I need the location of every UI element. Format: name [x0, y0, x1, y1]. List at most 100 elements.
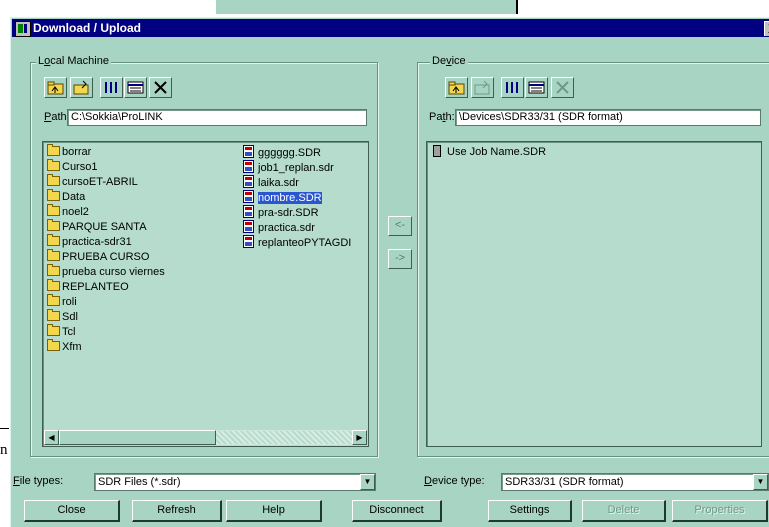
file-item[interactable]: practica.sdr — [243, 220, 351, 235]
sdr-file-icon — [243, 235, 254, 248]
folder-item[interactable]: borrar — [47, 144, 165, 160]
properties-button[interactable]: Properties — [672, 500, 768, 522]
download-upload-dialog: Download / Upload X Local Machine — [9, 16, 769, 527]
folder-item[interactable]: cursoET-ABRIL — [47, 174, 165, 190]
folder-item[interactable]: PRUEBA CURSO — [47, 249, 165, 265]
folder-item[interactable]: Data — [47, 189, 165, 205]
details-view-icon — [528, 81, 545, 94]
dialog-title: Download / Upload — [33, 21, 141, 35]
details-view-icon — [127, 81, 144, 94]
folder-icon — [47, 144, 60, 156]
up-folder-icon — [448, 81, 465, 95]
delete-x-icon — [154, 81, 167, 94]
close-button[interactable]: Close — [24, 500, 120, 522]
folder-icon — [47, 189, 60, 201]
folder-icon — [47, 204, 60, 216]
folder-icon — [47, 159, 60, 171]
folder-item[interactable]: Tcl — [47, 324, 165, 340]
folder-item[interactable]: prueba curso viernes — [47, 264, 165, 280]
scrollbar-track[interactable] — [216, 431, 352, 444]
device-path-field[interactable]: \Devices\SDR33/31 (SDR format) — [455, 109, 761, 126]
file-item[interactable]: gggggg.SDR — [243, 145, 351, 160]
folder-icon — [47, 174, 60, 186]
folder-item[interactable]: roli — [47, 294, 165, 310]
list-view-icon — [506, 82, 518, 93]
file-item-selected[interactable]: nombre.SDR — [243, 190, 351, 205]
local-machine-label: Local Machine — [36, 55, 111, 67]
file-item[interactable]: replanteoPYTAGDI — [243, 235, 351, 250]
delete-x-icon — [556, 81, 569, 94]
folder-item[interactable]: Xfm — [47, 339, 165, 355]
folder-item[interactable]: REPLANTEO — [47, 279, 165, 295]
up-folder-icon — [47, 81, 64, 95]
folder-item[interactable]: Curso1 — [47, 159, 165, 175]
scroll-right-arrow-icon[interactable]: ▶ — [352, 430, 367, 445]
folder-icon — [47, 339, 60, 351]
file-types-label: File types: — [13, 475, 64, 487]
sdr-file-icon — [243, 175, 254, 188]
device-file-list[interactable]: Use Job Name.SDR — [426, 141, 762, 447]
local-file-column: gggggg.SDR job1_replan.sdr laika.sdr nom… — [243, 145, 351, 250]
folder-icon — [47, 309, 60, 321]
transfer-to-local-button[interactable]: <- — [388, 216, 412, 236]
device-delete-button-disabled[interactable] — [551, 77, 574, 98]
local-horizontal-scrollbar[interactable]: ◀ ▶ — [44, 430, 367, 445]
local-folder-column: borrar Curso1 cursoET-ABRIL Data noel2 P… — [47, 144, 165, 355]
app-icon — [15, 21, 31, 37]
folder-item[interactable]: Sdl — [47, 309, 165, 325]
local-new-folder-button[interactable] — [70, 77, 93, 98]
local-path-label: Path: — [44, 111, 70, 123]
device-file-item[interactable]: Use Job Name.SDR — [433, 145, 546, 160]
job-file-icon — [433, 145, 441, 157]
background-text-fragment: n — [0, 442, 8, 458]
file-item[interactable]: laika.sdr — [243, 175, 351, 190]
folder-icon — [47, 219, 60, 231]
file-item[interactable]: pra-sdr.SDR — [243, 205, 351, 220]
local-details-view-button[interactable] — [124, 77, 147, 98]
device-new-folder-button-disabled[interactable] — [471, 77, 494, 98]
sdr-file-icon — [243, 190, 254, 203]
file-types-dropdown[interactable]: SDR Files (*.sdr) ▼ — [94, 473, 376, 491]
new-folder-icon — [474, 80, 490, 95]
file-item[interactable]: job1_replan.sdr — [243, 160, 351, 175]
device-type-dropdown[interactable]: SDR33/31 (SDR format) ▼ — [501, 473, 769, 491]
help-button[interactable]: Help — [226, 500, 322, 522]
folder-item[interactable]: practica-sdr31 — [47, 234, 165, 250]
folder-icon — [47, 279, 60, 291]
sdr-file-icon — [243, 220, 254, 233]
close-icon[interactable]: X — [764, 21, 769, 36]
local-delete-button[interactable] — [149, 77, 172, 98]
device-path-label: Path: — [429, 111, 455, 123]
local-up-folder-button[interactable] — [44, 77, 67, 98]
background-window-titlebar — [215, 0, 518, 14]
local-list-view-button[interactable] — [100, 77, 123, 98]
sdr-file-icon — [243, 160, 254, 173]
chevron-down-icon[interactable]: ▼ — [360, 474, 375, 490]
transfer-to-device-button[interactable]: -> — [388, 249, 412, 269]
folder-item[interactable]: PARQUE SANTA — [47, 219, 165, 235]
device-up-folder-button[interactable] — [445, 77, 468, 98]
disconnect-button[interactable]: Disconnect — [352, 500, 442, 522]
folder-icon — [47, 324, 60, 336]
local-file-list[interactable]: borrar Curso1 cursoET-ABRIL Data noel2 P… — [42, 141, 369, 447]
folder-item[interactable]: noel2 — [47, 204, 165, 220]
list-view-icon — [105, 82, 117, 93]
device-type-label: Device type: — [424, 475, 485, 487]
dialog-titlebar[interactable]: Download / Upload X — [12, 19, 769, 37]
scroll-left-arrow-icon[interactable]: ◀ — [44, 430, 59, 445]
folder-icon — [47, 249, 60, 261]
folder-icon — [47, 264, 60, 276]
folder-icon — [47, 234, 60, 246]
chevron-down-icon[interactable]: ▼ — [753, 474, 768, 490]
sdr-file-icon — [243, 205, 254, 218]
device-list-view-button[interactable] — [501, 77, 524, 98]
device-label: Device — [430, 55, 468, 67]
device-item-column: Use Job Name.SDR — [433, 145, 546, 160]
scrollbar-thumb[interactable] — [59, 430, 216, 445]
device-details-view-button[interactable] — [525, 77, 548, 98]
delete-button[interactable]: Delete — [582, 500, 666, 522]
settings-button[interactable]: Settings — [488, 500, 572, 522]
new-folder-icon — [73, 80, 89, 95]
local-path-field[interactable]: C:\Sokkia\ProLINK — [67, 109, 367, 126]
refresh-button[interactable]: Refresh — [132, 500, 222, 522]
